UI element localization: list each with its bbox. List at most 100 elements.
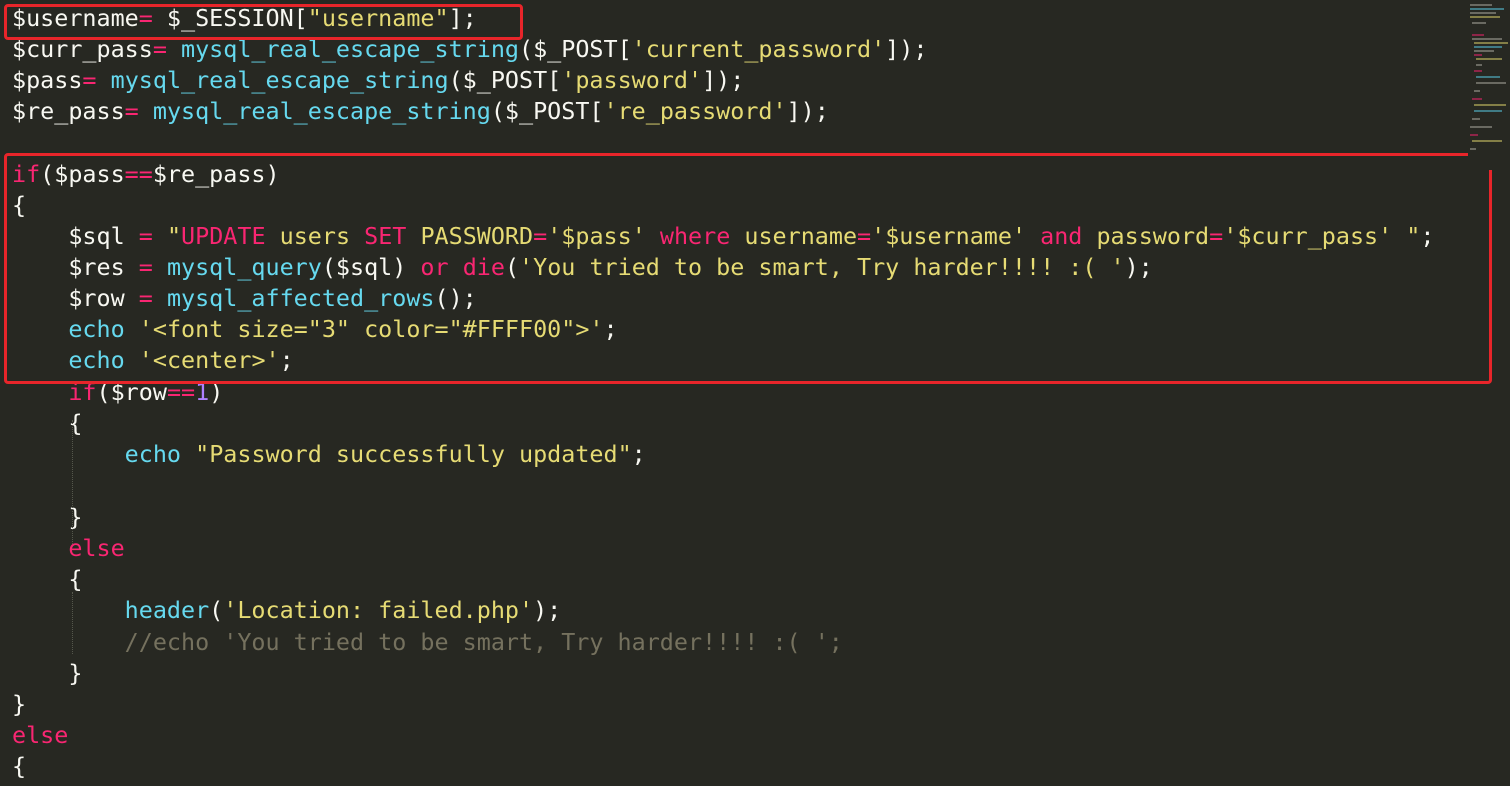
- code-line[interactable]: }: [12, 658, 82, 689]
- code-token: =: [1209, 222, 1224, 250]
- code-token: ): [209, 378, 224, 406]
- code-token: PASSWORD: [406, 222, 534, 250]
- code-area[interactable]: $username= $_SESSION["username"]; $curr_p…: [0, 0, 1470, 786]
- code-token: "username": [307, 4, 449, 32]
- code-token: '$username': [871, 222, 1041, 250]
- code-line[interactable]: $pass= mysql_real_escape_string($_POST['…: [12, 65, 744, 96]
- code-token: $re_pass: [12, 97, 125, 125]
- code-line[interactable]: $res = mysql_query($sql) or die('You tri…: [12, 252, 1153, 283]
- code-token: {: [12, 752, 27, 780]
- code-editor[interactable]: $username= $_SESSION["username"]; $curr_p…: [0, 0, 1510, 786]
- code-token: else: [12, 721, 69, 749]
- code-token: or: [420, 253, 449, 281]
- code-token: mysql_affected_rows: [166, 284, 435, 312]
- code-token: ]);: [885, 35, 928, 63]
- code-token: ($_POST[: [490, 97, 604, 125]
- code-line[interactable]: if($pass==$re_pass): [12, 159, 280, 190]
- code-token: mysql_real_escape_string: [152, 97, 491, 125]
- code-token: where: [659, 222, 731, 250]
- code-token: mysql_real_escape_string: [181, 35, 519, 63]
- code-token: ];: [448, 4, 477, 32]
- code-line[interactable]: if($row==1): [12, 377, 223, 408]
- code-line[interactable]: $username= $_SESSION["username"];: [12, 3, 477, 34]
- indent-guide: [72, 420, 73, 544]
- code-token: }: [12, 659, 83, 687]
- code-token: 'current_password': [631, 35, 886, 63]
- code-token: users: [265, 222, 365, 250]
- code-token: {: [12, 565, 83, 593]
- minimap[interactable]: [1468, 0, 1510, 170]
- code-line[interactable]: else: [12, 533, 124, 564]
- code-line[interactable]: $curr_pass= mysql_real_escape_string($_P…: [12, 34, 927, 65]
- code-line[interactable]: {: [12, 190, 26, 221]
- code-token: "Password successfully updated": [195, 440, 632, 468]
- code-token: echo: [68, 346, 125, 374]
- code-line[interactable]: echo "Password successfully updated";: [12, 439, 646, 470]
- code-token: ;: [631, 440, 646, 468]
- code-token: '<font size="3" color="#FFFF00">': [138, 315, 604, 343]
- code-token: ;: [279, 346, 294, 374]
- code-token: ();: [434, 284, 477, 312]
- code-token: {: [12, 191, 27, 219]
- code-token: //echo 'You tried to be smart, Try harde…: [124, 628, 843, 656]
- code-line[interactable]: $row = mysql_affected_rows();: [12, 283, 477, 314]
- code-token: 're_password': [603, 97, 787, 125]
- code-token: ": [166, 222, 182, 250]
- code-line[interactable]: $sql = "UPDATE users SET PASSWORD='$pass…: [12, 221, 1434, 252]
- code-token: =: [138, 284, 153, 312]
- code-token: echo: [68, 315, 125, 343]
- code-token: );: [1124, 253, 1153, 281]
- code-token: '<center>': [138, 346, 280, 374]
- code-token: $row: [12, 284, 139, 312]
- code-token: ]);: [702, 66, 745, 94]
- code-token: ]);: [786, 97, 829, 125]
- code-token: header: [124, 596, 210, 624]
- code-token: 'You tried to be smart, Try harder!!!! :…: [519, 253, 1125, 281]
- code-line[interactable]: else: [12, 720, 68, 751]
- code-line[interactable]: echo '<center>';: [12, 345, 294, 376]
- code-token: username: [730, 222, 858, 250]
- code-token: UPDATE: [181, 222, 266, 250]
- code-token: $username: [12, 4, 139, 32]
- code-token: =: [138, 4, 153, 32]
- code-token: ($pass: [40, 160, 125, 188]
- code-line[interactable]: header('Location: failed.php');: [12, 595, 562, 626]
- code-line[interactable]: echo '<font size="3" color="#FFFF00">';: [12, 314, 618, 345]
- code-token: ($_POST[: [448, 66, 562, 94]
- code-token: if: [68, 378, 97, 406]
- code-token: $curr_pass: [12, 35, 153, 63]
- code-token: $res: [12, 253, 139, 281]
- code-line[interactable]: $re_pass= mysql_real_escape_string($_POS…: [12, 96, 829, 127]
- code-token: and: [1040, 222, 1083, 250]
- code-token: mysql_query: [166, 253, 322, 281]
- code-line[interactable]: {: [12, 564, 82, 595]
- code-line[interactable]: }: [12, 689, 26, 720]
- code-token: 'password': [561, 66, 703, 94]
- code-token: echo: [124, 440, 182, 468]
- code-line[interactable]: //echo 'You tried to be smart, Try harde…: [12, 627, 843, 658]
- code-token: SET: [364, 222, 407, 250]
- code-token: ;: [603, 315, 618, 343]
- code-token: ==: [166, 378, 196, 406]
- code-token: 1: [195, 378, 210, 406]
- code-token: '$pass': [547, 222, 660, 250]
- code-token: =: [857, 222, 872, 250]
- code-token: (: [504, 253, 520, 281]
- code-token: =: [533, 222, 548, 250]
- code-line[interactable]: {: [12, 751, 26, 782]
- code-token: die: [462, 253, 505, 281]
- code-token: mysql_real_escape_string: [110, 66, 449, 94]
